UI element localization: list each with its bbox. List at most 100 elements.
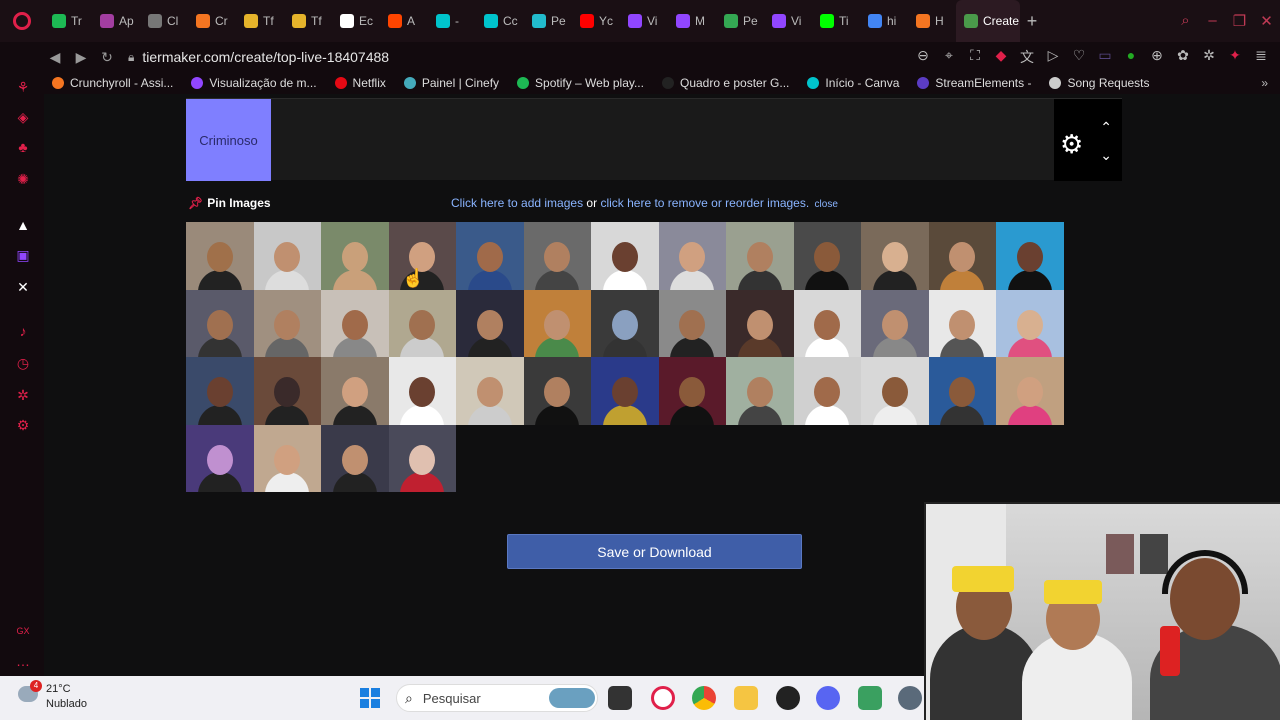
zoom-icon[interactable]: ⊖	[912, 47, 934, 67]
extensions-sidebar-icon[interactable]: ✲	[14, 386, 32, 404]
save-download-button[interactable]: Save or Download	[507, 534, 802, 569]
url-field[interactable]: tiermaker.com/create/top-live-18407488	[142, 49, 389, 65]
remove-reorder-link[interactable]: click here to remove or reorder images.	[600, 196, 809, 210]
browser-tab[interactable]: Cl	[140, 0, 188, 42]
maximize-button[interactable]: ❐	[1226, 12, 1253, 30]
reload-button[interactable]: ↻	[94, 49, 120, 66]
image-thumbnail[interactable]	[996, 289, 1064, 357]
play-icon[interactable]: ▷	[1042, 47, 1064, 67]
task-view-icon[interactable]	[608, 686, 632, 710]
browser-tab[interactable]: Ti	[812, 0, 860, 42]
gx-control-icon[interactable]: ✦	[1224, 47, 1246, 67]
add-images-link[interactable]: Click here to add images	[451, 196, 583, 210]
browser-tab[interactable]: M	[668, 0, 716, 42]
browser-tab[interactable]: Pe	[716, 0, 764, 42]
image-thumbnail[interactable]	[253, 424, 321, 492]
image-thumbnail[interactable]	[591, 289, 659, 357]
gx-store-icon[interactable]: ◈	[14, 108, 32, 126]
image-thumbnail[interactable]	[996, 357, 1064, 425]
opera-gx-logo-icon[interactable]	[0, 0, 44, 42]
sidebar-icon[interactable]: ▭	[1094, 47, 1116, 67]
windows-start-icon[interactable]	[360, 688, 380, 708]
image-thumbnail[interactable]	[861, 357, 929, 425]
image-thumbnail[interactable]	[591, 357, 659, 425]
image-thumbnail[interactable]	[456, 289, 524, 357]
search-tabs-icon[interactable]: ⌕	[1172, 12, 1199, 30]
image-thumbnail[interactable]	[321, 357, 389, 425]
chevron-down-icon[interactable]: ⌄	[1100, 147, 1112, 164]
image-thumbnail[interactable]	[321, 289, 389, 357]
pin-images-toggle[interactable]: 📌︎ Pin Images	[188, 196, 271, 210]
file-explorer-icon[interactable]	[734, 686, 758, 710]
pin-icon[interactable]: ⌖	[938, 47, 960, 67]
bookmark-item[interactable]: Painel | Cinefy	[403, 76, 499, 90]
music-icon[interactable]: ♪	[14, 322, 32, 340]
settings-sidebar-icon[interactable]: ⚙	[14, 416, 32, 434]
image-thumbnail[interactable]	[523, 222, 591, 290]
settings-app-icon[interactable]	[898, 686, 922, 710]
image-thumbnail[interactable]	[523, 357, 591, 425]
image-thumbnail[interactable]	[186, 289, 254, 357]
menu-icon[interactable]: ≣	[1250, 47, 1272, 67]
image-thumbnail[interactable]	[253, 289, 321, 357]
history-icon[interactable]: ◷	[14, 354, 32, 372]
image-thumbnail[interactable]	[658, 357, 726, 425]
shield-icon[interactable]: ◆	[990, 47, 1012, 67]
browser-tab[interactable]: H	[908, 0, 956, 42]
image-thumbnail[interactable]	[726, 289, 794, 357]
image-thumbnail[interactable]	[928, 289, 996, 357]
image-thumbnail[interactable]	[523, 289, 591, 357]
image-thumbnail[interactable]	[928, 222, 996, 290]
tab-active[interactable]: Create	[956, 0, 1020, 42]
apple-icon[interactable]: ♣	[14, 138, 32, 156]
chrome-icon[interactable]	[692, 686, 716, 710]
obs-icon[interactable]	[776, 686, 800, 710]
new-tab-button[interactable]: +	[1020, 11, 1044, 32]
more-icon[interactable]: …	[14, 652, 32, 670]
browser-tab[interactable]: Ec	[332, 0, 380, 42]
image-thumbnail[interactable]	[186, 222, 254, 290]
browser-tab[interactable]: -	[428, 0, 476, 42]
image-thumbnail[interactable]	[388, 289, 456, 357]
image-thumbnail[interactable]	[321, 222, 389, 290]
image-thumbnail[interactable]	[591, 222, 659, 290]
chevron-up-icon[interactable]: ⌃	[1100, 119, 1112, 136]
image-thumbnail[interactable]	[456, 357, 524, 425]
browser-tab[interactable]: Cc	[476, 0, 524, 42]
bookmark-item[interactable]: Quadro e poster G...	[661, 76, 789, 90]
image-thumbnail[interactable]	[321, 424, 389, 492]
snapshot-icon[interactable]: ⛶	[964, 47, 986, 67]
heart-icon[interactable]: ♡	[1068, 47, 1090, 67]
bookmark-item[interactable]: Crunchyroll - Assi...	[52, 76, 173, 90]
image-thumbnail[interactable]	[793, 222, 861, 290]
image-thumbnail[interactable]	[861, 222, 929, 290]
browser-tab[interactable]: Tr	[44, 0, 92, 42]
bookmark-item[interactable]: Início - Canva	[807, 76, 899, 90]
tier-label[interactable]: Criminoso	[186, 99, 271, 181]
x-icon[interactable]: ✕	[14, 278, 32, 296]
browser-tab[interactable]: Cr	[188, 0, 236, 42]
translate-icon[interactable]: 文	[1016, 47, 1038, 67]
bookmark-item[interactable]: Netflix	[334, 76, 386, 90]
opera-gx-taskbar-icon[interactable]	[651, 686, 675, 710]
image-thumbnail[interactable]	[726, 357, 794, 425]
image-thumbnail[interactable]	[793, 289, 861, 357]
image-thumbnail[interactable]	[996, 222, 1064, 290]
image-thumbnail[interactable]	[186, 424, 254, 492]
game-app-icon[interactable]	[858, 686, 882, 710]
image-thumbnail[interactable]	[726, 222, 794, 290]
bookmark-item[interactable]: Visualização de m...	[191, 76, 317, 90]
spark-icon[interactable]: ✺	[14, 170, 32, 188]
image-thumbnail[interactable]	[186, 357, 254, 425]
close-window-button[interactable]: ✕	[1253, 12, 1280, 30]
image-thumbnail[interactable]	[253, 222, 321, 290]
minimize-button[interactable]: –	[1199, 12, 1226, 30]
browser-tab[interactable]: Tf	[236, 0, 284, 42]
bookmark-item[interactable]: Spotify – Web play...	[517, 76, 644, 90]
aria-icon[interactable]: ▲	[14, 216, 32, 234]
browser-tab[interactable]: Yc	[572, 0, 620, 42]
image-thumbnail[interactable]	[388, 424, 456, 492]
back-button[interactable]: ◀	[42, 49, 68, 66]
image-thumbnail[interactable]	[658, 289, 726, 357]
image-thumbnail[interactable]	[793, 357, 861, 425]
